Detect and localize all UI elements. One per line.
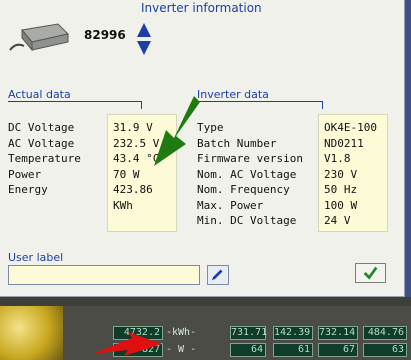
- panel-cell: 484.76: [363, 326, 407, 340]
- inverter-label: Max. Power: [197, 198, 264, 212]
- inverter-values-box: OK4E-100 ND0211 V1.8 230 V 50 Hz 100 W 2…: [318, 114, 388, 232]
- inverter-label: Firmware version: [197, 152, 303, 165]
- serial-number: 82996: [84, 28, 126, 42]
- inverter-value: 100 W: [324, 198, 358, 212]
- actual-label: Temperature: [8, 152, 81, 165]
- inverter-label: Batch Number: [197, 136, 277, 150]
- panel-cell: 67: [318, 343, 358, 357]
- actual-label: Energy: [8, 183, 48, 196]
- user-label-input[interactable]: [8, 265, 200, 285]
- ok-button[interactable]: [355, 263, 386, 283]
- user-label-heading: User label: [8, 251, 64, 264]
- actual-data-heading: Actual data: [8, 88, 71, 101]
- actual-label: DC Voltage: [8, 121, 75, 134]
- red-arrow-icon: [92, 332, 162, 356]
- background-photo: [0, 306, 63, 360]
- pencil-icon: [211, 269, 223, 281]
- inverter-value: 50 Hz: [324, 183, 358, 196]
- dialog-title: Inverter information: [141, 1, 262, 15]
- edit-label-button[interactable]: [207, 265, 229, 285]
- actual-data-labels: DC Voltage AC Voltage Temperature Power …: [8, 120, 81, 198]
- inverter-device-icon: [9, 23, 69, 52]
- inverter-data-divider: [197, 101, 323, 109]
- panel-cell: 64: [230, 343, 266, 357]
- actual-value: 70 W: [113, 167, 140, 181]
- inverter-data-labels: Type Batch Number Firmware version Nom. …: [197, 120, 303, 229]
- actual-value: 423.86 KWh: [113, 183, 153, 212]
- panel-cell: 731.71: [230, 326, 268, 340]
- green-arrow-icon: [154, 96, 200, 166]
- inverter-value: 24 V: [324, 214, 351, 227]
- inverter-value: OK4E-100: [324, 121, 377, 134]
- inverter-value: 230 V: [324, 167, 358, 181]
- panel-cell: 61: [273, 343, 313, 357]
- panel-unit: -kWh-: [166, 327, 197, 338]
- inverter-value: V1.8: [324, 152, 351, 165]
- inverter-label: Nom. AC Voltage: [197, 167, 297, 181]
- inverter-label: Nom. Frequency: [197, 183, 290, 196]
- actual-label: AC Voltage: [8, 136, 75, 150]
- panel-cell: 732.14: [318, 326, 358, 340]
- panel-cell: 142.39: [273, 326, 313, 340]
- up-down-arrows-icon[interactable]: [136, 22, 152, 56]
- inverter-data-heading: Inverter data: [197, 88, 269, 101]
- actual-data-divider: [8, 101, 142, 109]
- panel-unit: - W -: [166, 344, 197, 355]
- inverter-value: ND0211: [324, 136, 364, 150]
- inverter-label: Min. DC Voltage: [197, 214, 297, 227]
- checkmark-icon: [363, 266, 378, 280]
- inverter-label: Type: [197, 121, 224, 134]
- inverter-info-dialog: Inverter information 82996 Actual data I…: [0, 0, 405, 297]
- panel-cell: 63: [363, 343, 407, 357]
- window-edge: [405, 0, 411, 297]
- actual-label: Power: [8, 167, 42, 181]
